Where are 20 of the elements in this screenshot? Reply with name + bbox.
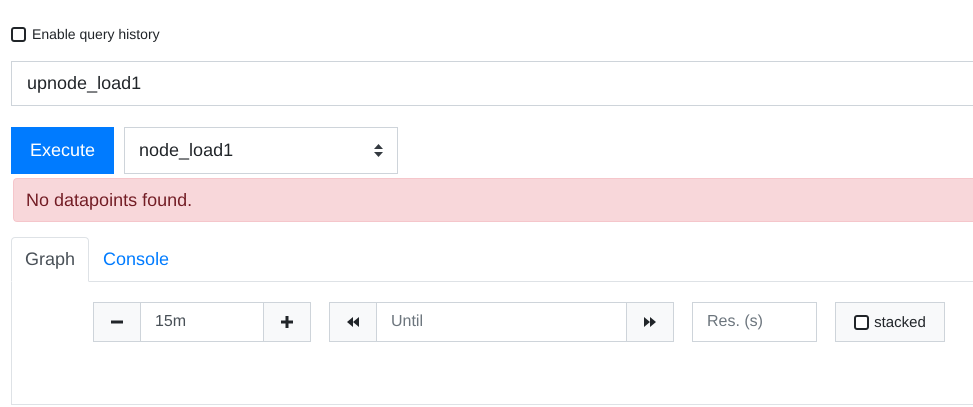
- double-left-arrow-icon: [346, 315, 360, 329]
- query-field[interactable]: upnode_load1: [11, 61, 973, 106]
- range-input[interactable]: 15m: [141, 302, 263, 342]
- double-right-arrow-icon: [643, 315, 657, 329]
- until-input[interactable]: Until: [377, 302, 626, 342]
- fast-forward-button[interactable]: [626, 302, 674, 342]
- stacked-checkbox[interactable]: [854, 314, 870, 330]
- increase-range-button[interactable]: [263, 302, 311, 342]
- tab[interactable]: Console: [89, 237, 184, 282]
- tab[interactable]: Graph: [11, 237, 90, 282]
- metric-select[interactable]: node_load1: [124, 127, 398, 174]
- error-alert: No datapoints found.: [13, 178, 973, 222]
- sort-caret-icon: [374, 144, 383, 157]
- execute-button[interactable]: Execute: [11, 127, 114, 174]
- history-checkbox[interactable]: [11, 26, 26, 42]
- history-label: Enable query history: [32, 26, 160, 42]
- rewind-button[interactable]: [329, 302, 377, 342]
- plus-icon: [280, 315, 294, 329]
- stacked-toggle[interactable]: stacked: [835, 302, 945, 342]
- resolution-input[interactable]: Res. (s): [692, 302, 817, 342]
